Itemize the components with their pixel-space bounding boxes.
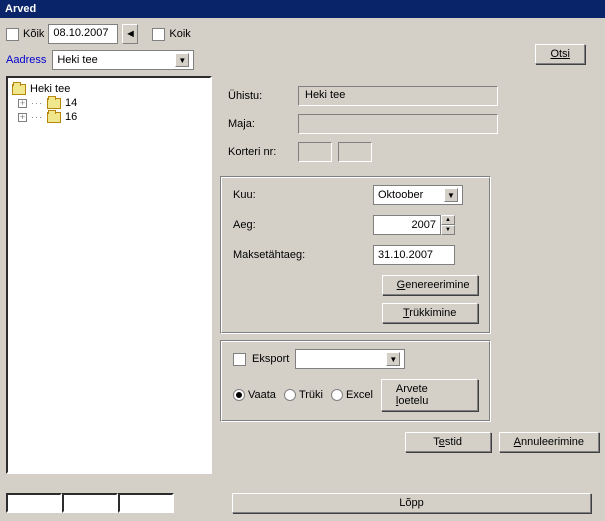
aeg-label: Aeg: [233,219,373,231]
vaata-radio[interactable] [233,389,245,401]
maja-label: Maja: [228,118,298,130]
form-panel: Ühistu: Heki tee Maja: Korteri nr: Kuu: [220,76,599,474]
trukkimine-button[interactable]: Trükkimine [382,303,478,323]
folder-icon [47,112,61,123]
export-fieldset: Eksport ▼ Vaata Trüki [220,340,491,422]
arvete-loetelu-button[interactable]: Arvete loetelu [381,379,478,411]
tree-root-label: Heki tee [30,83,70,95]
chevron-down-icon: ▼ [444,188,458,202]
testid-button[interactable]: Testid [405,432,491,452]
folder-icon [47,98,61,109]
aadress-combo-value: Heki tee [57,54,97,66]
expand-icon[interactable]: + [18,113,27,122]
maja-field [298,114,498,134]
truki-label: Trüki [299,389,323,401]
aeg-input[interactable] [373,215,441,235]
koik-checkbox[interactable] [152,28,165,41]
date-input[interactable]: 08.10.2007 [48,24,118,44]
tree-item[interactable]: + ··· 14 [12,96,206,110]
date-step-left[interactable]: ◄ [122,24,138,44]
tree-panel: Heki tee + ··· 14 + ··· 16 [6,76,212,474]
folder-icon [12,84,26,95]
expand-icon[interactable]: + [18,99,27,108]
aeg-spinner[interactable]: ▲ ▼ [373,215,455,235]
korteri-field-2 [338,142,372,162]
aadress-combo[interactable]: Heki tee ▼ [52,50,194,70]
chevron-down-icon: ▼ [386,352,400,366]
excel-radio[interactable] [331,389,343,401]
koik-label: Koik [169,28,190,40]
toolbar: Kõik 08.10.2007 ◄ Koik [0,18,605,50]
eksport-combo[interactable]: ▼ [295,349,405,369]
uhistu-field: Heki tee [298,86,498,106]
status-cell [118,493,174,513]
status-cells [6,493,174,513]
genereerimine-button[interactable]: Genereerimine [382,275,478,295]
btn-rest: rükkimine [409,307,456,319]
aadress-label: Aadress [6,54,46,66]
koik-all-checkbox[interactable] [6,28,19,41]
uhistu-label: Ühistu: [228,90,298,102]
excel-label: Excel [346,389,373,401]
truki-radio[interactable] [284,389,296,401]
status-cell [62,493,118,513]
korteri-label: Korteri nr: [228,146,298,158]
tree-item[interactable]: + ··· 16 [12,110,206,124]
tree-item-label: 16 [65,111,77,123]
tree-item-label: 14 [65,97,77,109]
period-fieldset: Kuu: Oktoober ▼ Aeg: ▲ ▼ [220,176,491,334]
kuu-value: Oktoober [378,189,423,201]
kuu-combo[interactable]: Oktoober ▼ [373,185,463,205]
eksport-label: Eksport [252,353,289,365]
kuu-label: Kuu: [233,189,373,201]
lopp-button[interactable]: Lõpp [232,493,591,513]
makse-label: Maksetähtaeg: [233,249,373,261]
spin-up-icon[interactable]: ▲ [441,215,455,225]
annuleerimine-button[interactable]: Annuleerimine [499,432,599,452]
korteri-field-1 [298,142,332,162]
otsi-button[interactable]: Otsi [535,44,585,64]
chevron-down-icon: ▼ [175,53,189,67]
btn-rest: enereerimine [405,279,469,291]
vaata-label: Vaata [248,389,276,401]
koik-all-label: Kõik [23,28,44,40]
eksport-checkbox[interactable] [233,353,246,366]
tree-root[interactable]: Heki tee [12,82,206,96]
spin-down-icon[interactable]: ▼ [441,225,455,235]
makse-input[interactable] [373,245,455,265]
status-cell [6,493,62,513]
window-titlebar: Arved [0,0,605,18]
